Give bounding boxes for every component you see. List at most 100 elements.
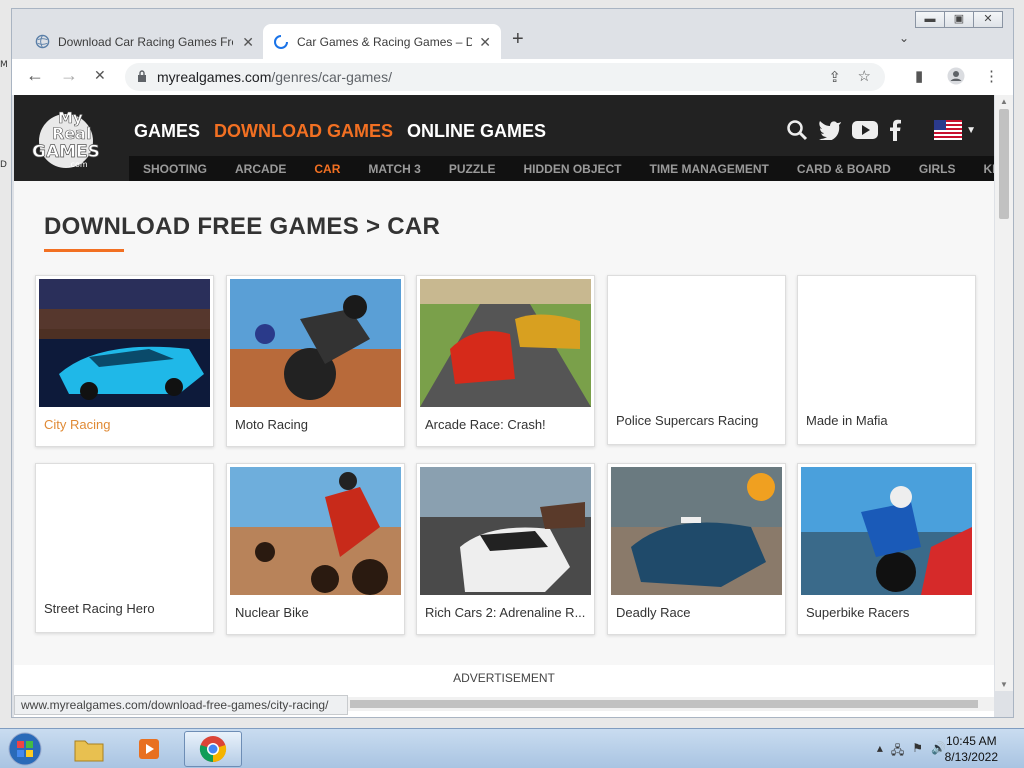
hscroll-thumb[interactable] — [350, 700, 978, 708]
twitter-icon[interactable] — [818, 120, 842, 140]
nav-online-games[interactable]: ONLINE GAMES — [407, 121, 546, 142]
game-card-deadly-race[interactable]: Deadly Race — [607, 463, 786, 635]
game-card-police-supercars[interactable]: Police Supercars Racing — [607, 275, 786, 445]
subnav-match-3[interactable]: MATCH 3 — [368, 162, 420, 176]
subnav-time-management[interactable]: TIME MANAGEMENT — [650, 162, 769, 176]
network-icon[interactable]: 🖧 — [891, 741, 904, 762]
game-card-street-racing-hero[interactable]: Street Racing Hero — [35, 463, 214, 633]
bookmark-star-icon[interactable]: ☆ — [858, 67, 871, 85]
subnav-card-board[interactable]: CARD & BOARD — [797, 162, 891, 176]
new-tab-button[interactable]: + — [512, 28, 524, 51]
tab-title: Download Car Racing Games Fre — [58, 34, 233, 49]
status-url-bubble: www.myrealgames.com/download-free-games/… — [14, 695, 348, 715]
share-icon[interactable]: ⇪ — [828, 68, 841, 86]
game-card-nuclear-bike[interactable]: Nuclear Bike — [226, 463, 405, 635]
windows-taskbar: ▴ 🖧 ⚑ 🔊 10:45 AM 8/13/2022 — [0, 728, 1024, 768]
start-button[interactable] — [6, 731, 44, 767]
game-thumbnail — [420, 279, 591, 407]
game-thumbnail — [801, 467, 972, 595]
site-header: My Real GAMES .com GAMES DOWNLOAD GAMES … — [14, 95, 994, 181]
game-thumbnail — [230, 467, 401, 595]
taskbar-clock[interactable]: 10:45 AM 8/13/2022 — [945, 733, 998, 765]
game-card-arcade-race-crash[interactable]: Arcade Race: Crash! — [416, 275, 595, 447]
facebook-icon[interactable] — [888, 119, 902, 141]
svg-text:Real: Real — [52, 124, 91, 143]
web-page: My Real GAMES .com GAMES DOWNLOAD GAMES … — [14, 95, 994, 717]
tab-download-car-racing[interactable]: Download Car Racing Games Fre ✕ — [24, 24, 264, 59]
game-card-city-racing[interactable]: City Racing — [35, 275, 214, 447]
browser-window: ▬ ▣ ✕ Download Car Racing Games Fre ✕ Ca… — [11, 8, 1014, 718]
maximize-button[interactable]: ▣ — [944, 11, 974, 28]
scroll-thumb[interactable] — [999, 109, 1009, 219]
title-underline — [44, 249, 124, 252]
browser-toolbar: ← → ✕ myrealgames.com/genres/car-games/ … — [12, 59, 1013, 95]
game-title[interactable]: Rich Cars 2: Adrenaline R... — [425, 605, 590, 620]
subnav-hidden-object[interactable]: HIDDEN OBJECT — [523, 162, 621, 176]
game-card-rich-cars-2[interactable]: Rich Cars 2: Adrenaline R... — [416, 463, 595, 635]
game-title[interactable]: Superbike Racers — [806, 605, 971, 620]
main-nav: GAMES DOWNLOAD GAMES ONLINE GAMES — [134, 121, 546, 142]
subnav-car[interactable]: CAR — [314, 162, 340, 176]
side-panel-icon[interactable]: ▮ — [915, 67, 923, 85]
subnav-girls[interactable]: GIRLS — [919, 162, 956, 176]
media-player-icon — [139, 739, 159, 759]
subnav-puzzle[interactable]: PUZZLE — [449, 162, 496, 176]
genre-subnav: SHOOTING ARCADE CAR MATCH 3 PUZZLE HIDDE… — [129, 156, 994, 181]
game-title[interactable]: Police Supercars Racing — [616, 413, 781, 428]
game-title[interactable]: Nuclear Bike — [235, 605, 400, 620]
forward-arrow-icon[interactable]: → — [60, 65, 78, 86]
chrome-icon — [199, 736, 227, 763]
svg-text:.com: .com — [68, 160, 88, 169]
taskbar-media-player[interactable] — [120, 731, 178, 767]
subnav-arcade[interactable]: ARCADE — [235, 162, 286, 176]
close-window-button[interactable]: ✕ — [973, 11, 1003, 28]
subnav-shooting[interactable]: SHOOTING — [143, 162, 207, 176]
game-thumbnail — [420, 467, 591, 595]
language-chevron-icon[interactable]: ▼ — [966, 125, 976, 136]
subnav-kids[interactable]: KIDS — [984, 162, 995, 176]
header-icons: ▼ — [786, 119, 976, 141]
nav-download-games[interactable]: DOWNLOAD GAMES — [214, 121, 393, 142]
tray-expand-icon[interactable]: ▴ — [877, 741, 883, 762]
taskbar-chrome[interactable] — [184, 731, 242, 767]
clock-time: 10:45 AM — [945, 734, 997, 748]
scroll-up-icon[interactable]: ▲ — [1000, 97, 1008, 106]
us-flag-icon[interactable] — [934, 120, 963, 140]
game-title[interactable]: Deadly Race — [616, 605, 781, 620]
vertical-scrollbar[interactable]: ▲ ▼ — [995, 95, 1013, 691]
tab-title: Car Games & Racing Games – Do — [297, 34, 472, 49]
url-text: myrealgames.com/genres/car-games/ — [157, 69, 392, 85]
game-card-moto-racing[interactable]: Moto Racing — [226, 275, 405, 447]
action-center-flag-icon[interactable]: ⚑ — [912, 741, 923, 762]
game-title[interactable]: Made in Mafia — [806, 413, 971, 428]
address-bar[interactable]: myrealgames.com/genres/car-games/ ⇪ ☆ — [125, 63, 885, 91]
game-thumbnail — [611, 467, 782, 595]
back-arrow-icon[interactable]: ← — [26, 65, 44, 86]
tab-search-chevron-icon[interactable]: ⌄ — [899, 31, 909, 45]
close-tab-icon[interactable]: ✕ — [479, 34, 491, 51]
menu-dots-icon[interactable]: ⋮ — [984, 67, 999, 85]
tab-strip: ▬ ▣ ✕ Download Car Racing Games Fre ✕ Ca… — [12, 9, 1013, 59]
profile-avatar-icon[interactable] — [947, 67, 965, 89]
minimize-button[interactable]: ▬ — [915, 11, 945, 28]
game-card-superbike-racers[interactable]: Superbike Racers — [797, 463, 976, 635]
close-tab-icon[interactable]: ✕ — [242, 34, 254, 51]
game-title[interactable]: Arcade Race: Crash! — [425, 417, 590, 432]
desktop-edge: MD — [0, 60, 8, 170]
tab-car-games[interactable]: Car Games & Racing Games – Do ✕ — [263, 24, 501, 59]
folder-icon — [74, 740, 104, 762]
nav-games[interactable]: GAMES — [134, 121, 200, 142]
site-logo[interactable]: My Real GAMES .com — [28, 101, 108, 171]
lock-icon — [138, 70, 146, 82]
game-title[interactable]: Moto Racing — [235, 417, 400, 432]
game-title[interactable]: City Racing — [44, 417, 209, 432]
scroll-down-icon[interactable]: ▼ — [1000, 680, 1008, 689]
stop-loading-icon[interactable]: ✕ — [94, 67, 106, 84]
game-card-made-in-mafia[interactable]: Made in Mafia — [797, 275, 976, 445]
search-icon[interactable] — [786, 119, 808, 141]
youtube-icon[interactable] — [852, 120, 879, 140]
window-controls: ▬ ▣ ✕ — [915, 11, 1003, 28]
horizontal-scrollbar[interactable] — [348, 697, 994, 711]
taskbar-explorer[interactable] — [60, 731, 118, 767]
game-title[interactable]: Street Racing Hero — [44, 601, 209, 616]
